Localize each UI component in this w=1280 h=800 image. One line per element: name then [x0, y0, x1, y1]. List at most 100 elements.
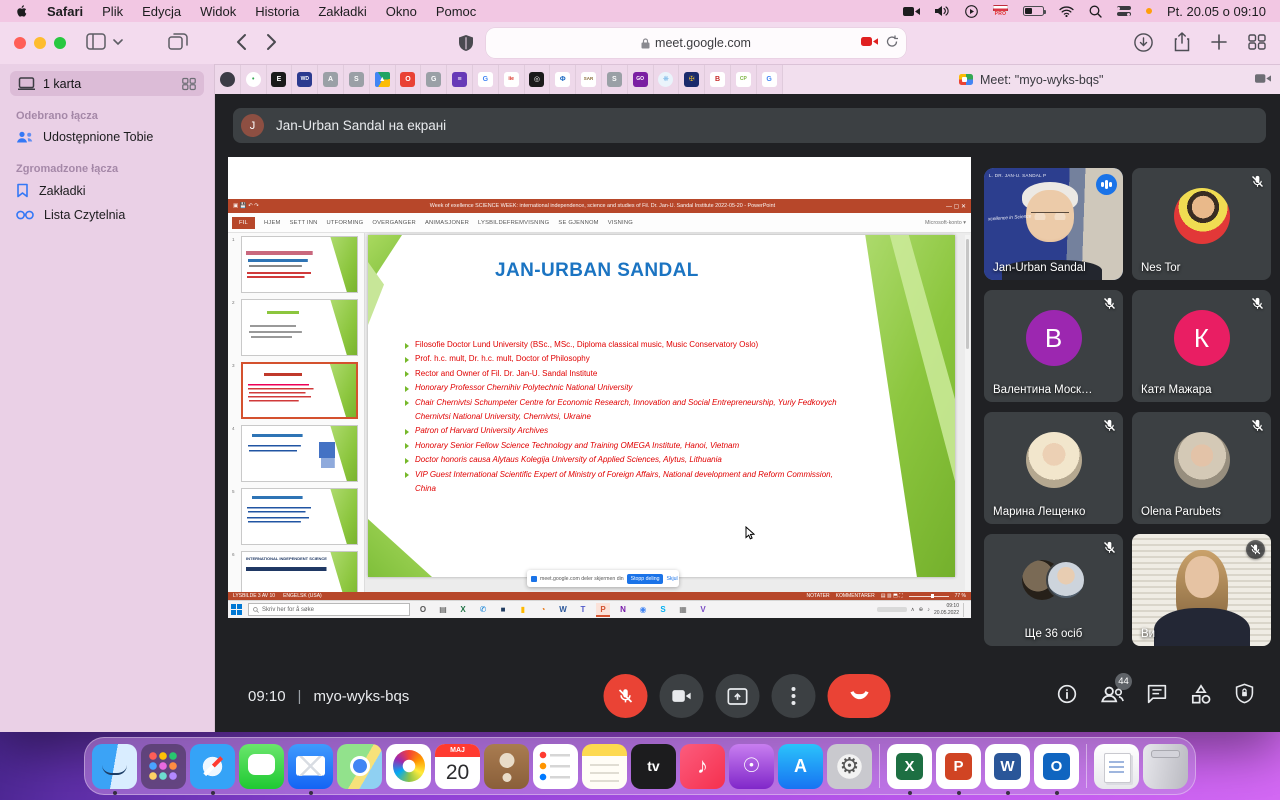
view-buttons[interactable]: ▤ ▥ ⬒ ⛶: [881, 593, 903, 599]
camera-in-use-icon[interactable]: [861, 36, 878, 47]
participant-tile[interactable]: Марина Лещенко: [984, 412, 1123, 524]
dock-item[interactable]: [879, 744, 880, 788]
comments-button[interactable]: KOMMENTARER: [836, 593, 875, 599]
pinned-tab[interactable]: ≡: [447, 65, 473, 94]
pinned-tab[interactable]: G: [757, 65, 783, 94]
wifi-icon[interactable]: [1059, 6, 1074, 17]
participant-tile[interactable]: L. DR. JAN-U. SANDAL P xcellence in Scie…: [984, 168, 1123, 280]
address-bar[interactable]: meet.google.com: [486, 28, 906, 58]
taskbar-app-icon[interactable]: T: [576, 603, 590, 617]
tray-volume-icon[interactable]: ♪: [927, 607, 930, 613]
pinned-tab[interactable]: ▲: [370, 65, 396, 94]
reload-icon[interactable]: [886, 35, 898, 48]
dock-item[interactable]: [288, 744, 333, 789]
mic-toggle-button[interactable]: [604, 674, 648, 718]
ribbon-tab[interactable]: UTFORMING: [326, 220, 363, 226]
slide-thumbnail[interactable]: 4: [232, 425, 358, 482]
spotlight-search-icon[interactable]: [1089, 5, 1102, 18]
taskbar-app-icon[interactable]: V: [696, 603, 710, 617]
chat-button[interactable]: [1147, 684, 1167, 709]
more-options-button[interactable]: [772, 674, 816, 718]
taskbar-app-icon[interactable]: ◔: [536, 603, 550, 617]
host-controls-button[interactable]: [1235, 683, 1254, 709]
participant-tile[interactable]: Nes Tor: [1132, 168, 1271, 280]
pinned-tab[interactable]: iie: [499, 65, 525, 94]
pinned-tab[interactable]: ◎: [525, 65, 551, 94]
taskbar-app-icon[interactable]: ◉: [636, 603, 650, 617]
hide-popup-button[interactable]: Skjul: [666, 576, 677, 582]
sidebar-toggle-icon[interactable]: [86, 33, 106, 51]
pinned-tab[interactable]: ✠: [679, 65, 705, 94]
dock-item[interactable]: [92, 744, 137, 789]
ribbon-tab[interactable]: SE GJENNOM: [558, 220, 598, 226]
battery-icon[interactable]: [1023, 6, 1044, 16]
activities-button[interactable]: [1190, 684, 1212, 709]
dock-item[interactable]: [337, 744, 382, 789]
taskbar-app-icon[interactable]: ■: [496, 603, 510, 617]
ribbon-tab[interactable]: OVERGANGER: [372, 220, 416, 226]
slide-thumbnail[interactable]: 3: [232, 362, 358, 419]
taskbar-app-icon[interactable]: W: [556, 603, 570, 617]
quick-access-toolbar[interactable]: ▣ 💾 ↶ ↷: [233, 203, 259, 209]
tray-widget[interactable]: [877, 607, 907, 612]
zoom-slider[interactable]: [909, 596, 949, 597]
pinned-tab[interactable]: E: [267, 65, 293, 94]
sidebar-tabs-pill[interactable]: 1 karta: [10, 71, 204, 96]
windows-start-button[interactable]: [231, 604, 242, 615]
dock-item[interactable]: A: [778, 744, 823, 789]
dock-item[interactable]: MAJ 20: [435, 744, 480, 789]
sidebar-item-shared-with-you[interactable]: Udostępnione Tobie: [0, 125, 214, 149]
pinned-tab[interactable]: WD: [292, 65, 318, 94]
participant-tile[interactable]: Olena Parubets: [1132, 412, 1271, 524]
dock-item[interactable]: P: [936, 744, 981, 789]
dock-item[interactable]: [484, 744, 529, 789]
new-tab-icon[interactable]: [1211, 34, 1227, 50]
leave-call-button[interactable]: [828, 674, 891, 718]
tray-network-icon[interactable]: ⊕: [919, 607, 924, 613]
camera-toggle-button[interactable]: [660, 674, 704, 718]
pinned-tab[interactable]: S: [344, 65, 370, 94]
tab-groups-icon[interactable]: [168, 33, 188, 51]
grid-icon[interactable]: [182, 77, 196, 91]
ms-account-label[interactable]: Microsoft-konto ▾: [925, 220, 971, 226]
notes-button[interactable]: NOTATER: [807, 593, 830, 599]
taskbar-app-icon[interactable]: ▮: [516, 603, 530, 617]
present-button[interactable]: [716, 674, 760, 718]
participants-button[interactable]: 44: [1100, 685, 1124, 708]
menubar-clock[interactable]: Pt. 20.05 o 09:10: [1167, 4, 1266, 19]
pinned-tab[interactable]: B: [705, 65, 731, 94]
ribbon-tab[interactable]: HJEM: [264, 220, 281, 226]
menubar-item[interactable]: Zakładki: [318, 4, 366, 19]
taskbar-app-icon[interactable]: S: [656, 603, 670, 617]
menubar-item[interactable]: Edycja: [142, 4, 181, 19]
menubar-item[interactable]: Pomoc: [436, 4, 476, 19]
stop-sharing-button[interactable]: Stopp deling: [627, 574, 664, 584]
minimize-window-button[interactable]: [34, 37, 46, 49]
pinned-tab[interactable]: G: [421, 65, 447, 94]
play-status-icon[interactable]: [965, 5, 978, 18]
dock-item[interactable]: ⚙: [827, 744, 872, 789]
zoom-window-button[interactable]: [54, 37, 66, 49]
taskbar-app-icon[interactable]: X: [456, 603, 470, 617]
pinned-tab[interactable]: [215, 65, 241, 94]
forward-button[interactable]: [266, 33, 277, 51]
back-button[interactable]: [236, 33, 247, 51]
window-traffic-lights[interactable]: [14, 37, 66, 49]
taskbar-app-icon[interactable]: ✆: [476, 603, 490, 617]
ribbon-tab[interactable]: ANIMASJONER: [425, 220, 469, 226]
taskbar-app-icon[interactable]: O: [416, 603, 430, 617]
privacy-shield-icon[interactable]: [458, 34, 474, 52]
dock-item[interactable]: ☉: [729, 744, 774, 789]
control-center-icon[interactable]: [1117, 6, 1131, 17]
dock-item[interactable]: [582, 744, 627, 789]
tab-overview-icon[interactable]: [1248, 34, 1266, 50]
pinned-tab[interactable]: SAR: [576, 65, 602, 94]
dock-item[interactable]: [1094, 744, 1139, 789]
shared-screen[interactable]: ▣ 💾 ↶ ↷ Week of exellence SCIENCE WEEK: …: [228, 157, 971, 618]
ribbon-tab[interactable]: VISNING: [608, 220, 633, 226]
taskbar-app-icon[interactable]: ▤: [436, 603, 450, 617]
dock-item[interactable]: W: [985, 744, 1030, 789]
sidebar-item-reading-list[interactable]: Lista Czytelnia: [0, 203, 214, 227]
dock-item[interactable]: [533, 744, 578, 789]
dock-item[interactable]: [1143, 744, 1188, 789]
